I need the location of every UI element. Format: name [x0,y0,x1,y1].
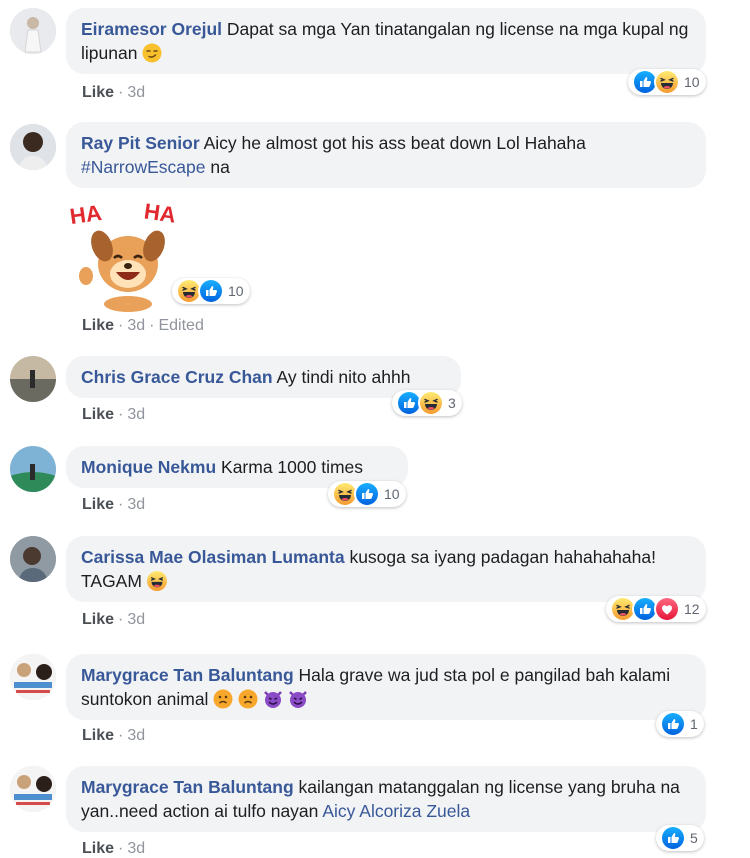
reactions-summary[interactable]: 10 [628,69,706,95]
like-link[interactable]: Like [82,840,114,857]
frown-emoji-icon [238,689,258,709]
reaction-count: 12 [684,601,700,617]
comment-author[interactable]: Monique Nekmu [81,457,216,477]
like-icon [354,481,380,507]
comment-text: Ay tindi nito ahhh [276,367,411,387]
comment-time[interactable]: 3d [127,496,145,513]
like-link[interactable]: Like [82,406,114,423]
avatar[interactable] [10,124,56,170]
svg-text:HA: HA [68,200,103,229]
comment-time[interactable]: 3d [127,840,145,857]
reactions-summary[interactable]: 10 [172,278,250,304]
comment-time[interactable]: 3d [127,84,145,101]
love-icon [654,596,680,622]
reaction-count: 10 [384,486,400,502]
reactions-summary[interactable]: 5 [656,825,704,851]
comment-actions: Like · 3d [82,727,146,744]
reaction-count: 5 [690,830,698,846]
frown-emoji-icon [213,689,233,709]
like-icon [198,278,224,304]
avatar[interactable] [10,536,56,582]
avatar[interactable] [10,8,56,54]
comment-actions: Like · 3d [82,840,146,857]
devil-emoji-icon [288,689,308,709]
hashtag-link[interactable]: #NarrowEscape [81,157,206,177]
comment-actions: Like · 3d [82,496,146,513]
reaction-count: 10 [684,74,700,90]
comment-author[interactable]: Ray Pit Senior [81,133,200,153]
comment-time[interactable]: 3d [127,406,145,423]
avatar[interactable] [10,766,56,812]
like-icon [660,825,686,851]
comment-time[interactable]: 3d [127,611,145,628]
haha-dog-sticker[interactable]: HA HA [66,196,186,314]
like-icon [660,711,686,737]
comment-bubble: Marygrace Tan Baluntang kailangan matang… [66,766,706,832]
avatar[interactable] [10,446,56,492]
reaction-count: 3 [448,395,456,411]
reactions-summary[interactable]: 12 [606,596,706,622]
like-link[interactable]: Like [82,84,114,101]
like-link[interactable]: Like [82,317,114,334]
comment-bubble: Eiramesor Orejul Dapat sa mga Yan tinata… [66,8,706,74]
smirk-emoji-icon [142,43,162,63]
comment-text-after: na [210,157,230,177]
devil-emoji-icon [263,689,283,709]
comment-time[interactable]: 3d [127,727,145,744]
avatar[interactable] [10,654,56,700]
comment-author[interactable]: Carissa Mae Olasiman Lumanta [81,547,345,567]
haha-icon [418,390,444,416]
mention-link[interactable]: Aicy Alcoriza Zuela [322,801,470,821]
comment-author[interactable]: Marygrace Tan Baluntang [81,777,294,797]
laughing-emoji-icon [147,571,167,591]
reaction-count: 1 [690,716,698,732]
like-link[interactable]: Like [82,611,114,628]
comment-text: Karma 1000 times [221,457,364,477]
comment-actions: Like · 3d [82,406,146,423]
comment-author[interactable]: Chris Grace Cruz Chan [81,367,273,387]
reaction-count: 10 [228,283,244,299]
comment-time[interactable]: 3d [127,317,145,334]
comment-bubble: Carissa Mae Olasiman Lumanta kusoga sa i… [66,536,706,602]
comment-text: Aicy he almost got his ass beat down Lol… [203,133,586,153]
like-link[interactable]: Like [82,496,114,513]
comment-actions: Like · 3d [82,84,146,101]
like-link[interactable]: Like [82,727,114,744]
comment-bubble: Ray Pit Senior Aicy he almost got his as… [66,122,706,188]
comment-bubble: Marygrace Tan Baluntang Hala grave wa ju… [66,654,706,720]
haha-icon [654,69,680,95]
comment-actions: Like · 3d · Edited [82,317,204,334]
reactions-summary[interactable]: 3 [392,390,462,416]
svg-text:HA: HA [143,198,178,227]
reactions-summary[interactable]: 10 [328,481,406,507]
comment-author[interactable]: Eiramesor Orejul [81,19,222,39]
comment-author[interactable]: Marygrace Tan Baluntang [81,665,294,685]
avatar[interactable] [10,356,56,402]
comment-actions: Like · 3d [82,611,146,628]
edited-label[interactable]: Edited [158,317,203,334]
reactions-summary[interactable]: 1 [656,711,704,737]
